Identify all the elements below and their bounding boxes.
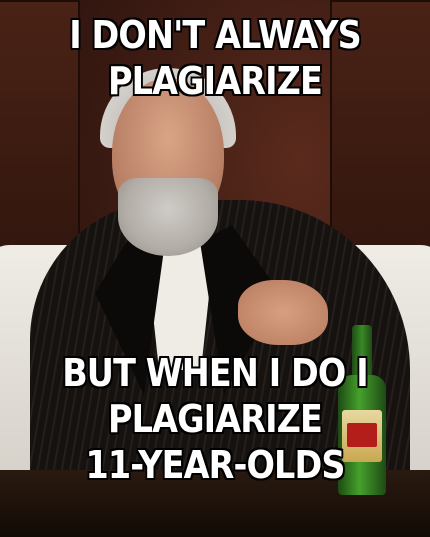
meme-image: I DON'T ALWAYS PLAGIARIZE BUT WHEN I DO … <box>0 0 430 537</box>
top-caption-line-2: PLAGIARIZE <box>108 59 323 103</box>
bottom-caption-line-2: PLAGIARIZE <box>108 397 323 441</box>
top-caption-line-1: I DON'T ALWAYS <box>69 13 361 57</box>
bottom-caption: BUT WHEN I DO I PLAGIARIZE 11-YEAR-OLDS <box>0 350 430 488</box>
bottom-caption-line-1: BUT WHEN I DO I <box>62 351 368 395</box>
hand <box>238 280 328 345</box>
bottom-caption-line-3: 11-YEAR-OLDS <box>85 443 345 487</box>
top-caption: I DON'T ALWAYS PLAGIARIZE <box>0 12 430 104</box>
beard <box>118 178 218 256</box>
